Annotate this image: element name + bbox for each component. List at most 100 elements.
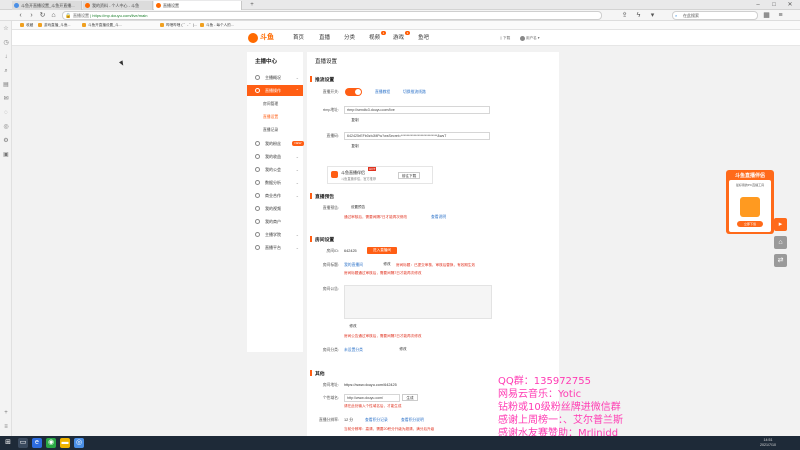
sidebar-item-income[interactable]: 我的收益 ⌄	[247, 151, 303, 162]
sidebar-item-live-ops[interactable]: 直播操作 ⌃	[247, 85, 303, 96]
room-category-link[interactable]: 未设置分类	[344, 348, 363, 353]
maximize-button[interactable]: □	[768, 1, 780, 9]
play-icon[interactable]: ▸	[774, 218, 787, 231]
rtmp-input[interactable]: rtmp://sendtc3.douyu.com/live	[344, 106, 490, 114]
user-menu[interactable]: 用户名 ▾	[520, 35, 540, 41]
folder-icon[interactable]: ▬	[60, 438, 70, 448]
download-link[interactable]: ▯ 下载	[500, 35, 510, 41]
note-icon[interactable]: ▤	[2, 81, 10, 89]
home-icon[interactable]: ⌂	[49, 11, 58, 20]
site-logo[interactable]: 斗鱼	[248, 33, 282, 43]
collapse-icon[interactable]: ≡	[2, 423, 10, 431]
browser-titlebar: 斗鱼开直播设置_斗鱼开直播... 我的资料 - 个人中心 - 斗鱼 直播设置 +…	[0, 0, 800, 10]
history-icon[interactable]: ◷	[2, 39, 10, 47]
room-intro-label: 房间公告:	[322, 287, 339, 291]
share-float-icon[interactable]: ⇄	[774, 254, 787, 267]
browser-tab-active[interactable]: 直播设置	[154, 1, 242, 10]
star-icon[interactable]: ☆	[2, 25, 10, 33]
nav-game[interactable]: 游戏	[393, 33, 404, 43]
live-toggle[interactable]	[345, 88, 362, 96]
address-bar[interactable]: 🔒 直播设置 | https://mp.douyu.com/live/main	[62, 11, 602, 20]
sidebar-item-business[interactable]: 商业合作 ⌄	[247, 190, 303, 201]
bookmark-item[interactable]: 游戏直播_斗鱼...	[38, 22, 71, 29]
browser-search-input[interactable]: ⌕ 在此搜索	[672, 11, 758, 20]
forward-icon[interactable]: ›	[27, 11, 36, 20]
wechat-icon[interactable]: ◉	[46, 438, 56, 448]
sidebar-subitem-live-settings[interactable]: 直播设置	[247, 111, 303, 123]
tools-icon[interactable]: ⚙	[2, 137, 10, 145]
nav-forum[interactable]: 鱼吧	[418, 33, 429, 43]
flash-icon[interactable]: ϟ	[634, 11, 643, 20]
tab-favicon-icon	[14, 3, 19, 8]
switch-line-link[interactable]: 切换推流线路	[403, 90, 426, 95]
download-assistant-button[interactable]: 前往下载	[398, 172, 420, 179]
browser-taskbar-icon[interactable]: ◎	[74, 438, 84, 448]
assistant-promo[interactable]: 斗鱼直播伴侣 斗鱼直播伴侣，官方推荐 HOT 前往下载	[327, 166, 433, 184]
sidebar-item-label: 我的粉丝	[265, 141, 281, 146]
share-icon[interactable]: ⇪	[620, 11, 629, 20]
sidebar-item-platform[interactable]: 直播平台 ⌄	[247, 242, 303, 253]
edit-intro-button[interactable]: 修改	[347, 323, 359, 330]
edit-title-button[interactable]: 修改	[381, 261, 393, 268]
score-help-link[interactable]: 查看积分说明	[401, 418, 424, 423]
assistant-float-ad[interactable]: 斗鱼直播伴侣 最好用的PC直播工具 立即下载	[726, 170, 774, 234]
mail-icon[interactable]: ✉	[2, 95, 10, 103]
notice-help-link[interactable]: 查看说明	[431, 215, 446, 220]
browser-tab[interactable]: 斗鱼开直播设置_斗鱼开直播...	[12, 1, 82, 10]
room-title-value[interactable]: 我的直播间	[344, 263, 363, 268]
menu-icon[interactable]: ▾	[648, 11, 657, 20]
set-notice-button[interactable]: 设置预告	[347, 204, 369, 211]
bookmark-item[interactable]: 斗鱼开直播设置_斗...	[82, 22, 122, 29]
settings-menu-icon[interactable]: ≡	[776, 11, 785, 20]
sidebar-item-academy[interactable]: 主播学院 ⌄	[247, 229, 303, 240]
grid-icon[interactable]: ▦	[762, 11, 771, 20]
back-icon[interactable]: ‹	[16, 11, 25, 20]
sidebar-item-overview[interactable]: 主播概况 ⌄	[247, 72, 303, 83]
sidebar-item-merchant[interactable]: 我的商户	[247, 216, 303, 227]
browser-tab[interactable]: 我的资料 - 个人中心 - 斗鱼	[83, 1, 153, 10]
sidebar-subitem-records[interactable]: 直播记录	[247, 124, 303, 136]
bookmark-item[interactable]: 哔哩哔哩 ( ゜- ゜)...	[160, 22, 197, 29]
generate-domain-button[interactable]: 生成	[402, 394, 418, 401]
bookmark-item[interactable]: 斗鱼 - 每个人的...	[200, 22, 234, 29]
nav-home[interactable]: 首页	[293, 33, 304, 43]
home-float-icon[interactable]: ⌂	[774, 236, 787, 249]
close-window-button[interactable]: ✕	[784, 1, 796, 9]
room-category-label: 房间分类:	[322, 348, 339, 352]
sidebar-item-analytics[interactable]: 数据分析 ⌄	[247, 177, 303, 188]
sidebar-item-guild[interactable]: 我的公会 ⌄	[247, 164, 303, 175]
app-icon[interactable]: ▣	[2, 151, 10, 159]
business-icon	[255, 193, 260, 198]
chevron-up-icon: ⌃	[295, 88, 299, 93]
edit-category-button[interactable]: 修改	[397, 346, 409, 353]
nav-video[interactable]: 视频	[369, 33, 380, 43]
minimize-button[interactable]: –	[752, 1, 764, 9]
new-tab-icon[interactable]: +	[246, 1, 258, 9]
overview-icon	[255, 75, 260, 80]
sidebar-subitem-room[interactable]: 房间管理	[247, 98, 303, 110]
windows-start-icon[interactable]: ⊞	[3, 438, 13, 448]
edge-icon[interactable]: e	[32, 438, 42, 448]
analytics-icon	[255, 180, 260, 185]
stream-code-input[interactable]: 642425rEFb0zbJMFw?wsSecret=*************…	[344, 132, 490, 140]
tutorial-link[interactable]: 直播教程	[375, 90, 390, 95]
search-side-icon[interactable]: ⌕	[2, 67, 10, 75]
float-download-button[interactable]: 立即下载	[737, 221, 763, 227]
bookmark-item[interactable]: 收藏	[20, 22, 33, 29]
reload-icon[interactable]: ↻	[38, 11, 47, 20]
title-warning: 房间标题通过审核后，需要间隔7日才能再次修改	[344, 271, 422, 275]
copy-code-button[interactable]: 复制	[347, 143, 363, 150]
nav-category[interactable]: 分类	[344, 33, 355, 43]
nav-live[interactable]: 直播	[319, 33, 330, 43]
download-icon[interactable]: ↓	[2, 53, 10, 61]
custom-domain-input[interactable]: http://www.douyu.com/	[344, 394, 400, 402]
task-view-icon[interactable]: ▭	[18, 438, 28, 448]
copy-rtmp-button[interactable]: 复制	[347, 117, 363, 124]
game-icon[interactable]: ◎	[2, 123, 10, 131]
add-icon[interactable]: +	[2, 409, 10, 417]
sidebar-item-videos[interactable]: 我的视频	[247, 203, 303, 214]
chat-icon[interactable]: ◌	[2, 109, 10, 117]
enter-room-button[interactable]: 进入直播间	[367, 247, 397, 254]
score-record-link[interactable]: 查看积分记录	[365, 418, 388, 423]
room-intro-textarea[interactable]	[344, 285, 492, 319]
